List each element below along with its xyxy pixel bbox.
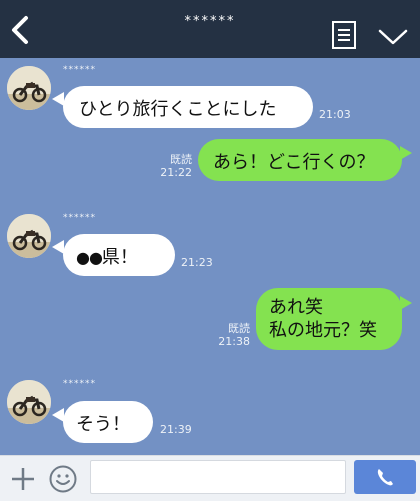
message-time: 21:22 xyxy=(160,166,192,179)
read-receipt: 既読 21:22 xyxy=(150,153,192,179)
message-text: あら！どこ行くの？ xyxy=(213,152,375,173)
motorcycle-photo-icon xyxy=(7,66,51,110)
contact-avatar[interactable] xyxy=(7,214,51,258)
bubble-tail xyxy=(400,146,412,160)
message-bubble[interactable]: ひとり旅行くことにした xyxy=(63,86,313,128)
message-input[interactable] xyxy=(90,460,346,494)
read-label: 既読 xyxy=(170,153,192,166)
read-label: 既読 xyxy=(228,322,250,335)
plus-icon xyxy=(12,468,34,490)
motorcycle-photo-icon xyxy=(7,214,51,258)
document-list-icon xyxy=(332,21,356,49)
add-attachment-button[interactable] xyxy=(10,466,36,492)
bubble-tail xyxy=(400,296,412,310)
contact-avatar[interactable] xyxy=(7,66,51,110)
motorcycle-photo-icon xyxy=(7,380,51,424)
message-text-line-1: あれ笑 xyxy=(269,297,323,318)
sender-name: ****** xyxy=(63,65,96,75)
message-time: 21:38 xyxy=(218,335,250,348)
sender-name: ****** xyxy=(63,213,96,223)
redacted-placeholder: ●● xyxy=(76,248,103,267)
message-time: 21:03 xyxy=(319,108,351,121)
menu-button[interactable] xyxy=(331,21,357,49)
chat-title: ****** xyxy=(184,14,236,29)
message-bubble[interactable]: ●●県！ xyxy=(63,234,175,276)
emoji-button[interactable] xyxy=(48,464,78,494)
call-button[interactable] xyxy=(354,460,416,494)
contact-avatar[interactable] xyxy=(7,380,51,424)
message-text-line-2: 私の地元？笑 xyxy=(269,320,377,341)
chat-header: ****** xyxy=(0,0,420,58)
chevron-down-icon xyxy=(378,29,408,45)
message-bubble[interactable]: そう！ xyxy=(63,401,153,443)
phone-icon xyxy=(377,469,393,486)
smiley-icon xyxy=(49,465,77,493)
message-time: 21:39 xyxy=(160,423,192,436)
message-bubble[interactable]: あら！どこ行くの？ xyxy=(198,139,402,181)
read-receipt: 既読 21:38 xyxy=(208,322,250,348)
sender-name: ****** xyxy=(63,379,96,389)
collapse-button[interactable] xyxy=(378,28,408,46)
message-text: 県！ xyxy=(101,247,138,268)
message-bubble[interactable]: あれ笑 私の地元？笑 xyxy=(256,288,402,350)
message-time: 21:23 xyxy=(181,256,213,269)
message-text: ひとり旅行くことにした xyxy=(79,99,277,120)
message-input-bar xyxy=(0,455,420,501)
message-text: そう！ xyxy=(76,414,130,435)
